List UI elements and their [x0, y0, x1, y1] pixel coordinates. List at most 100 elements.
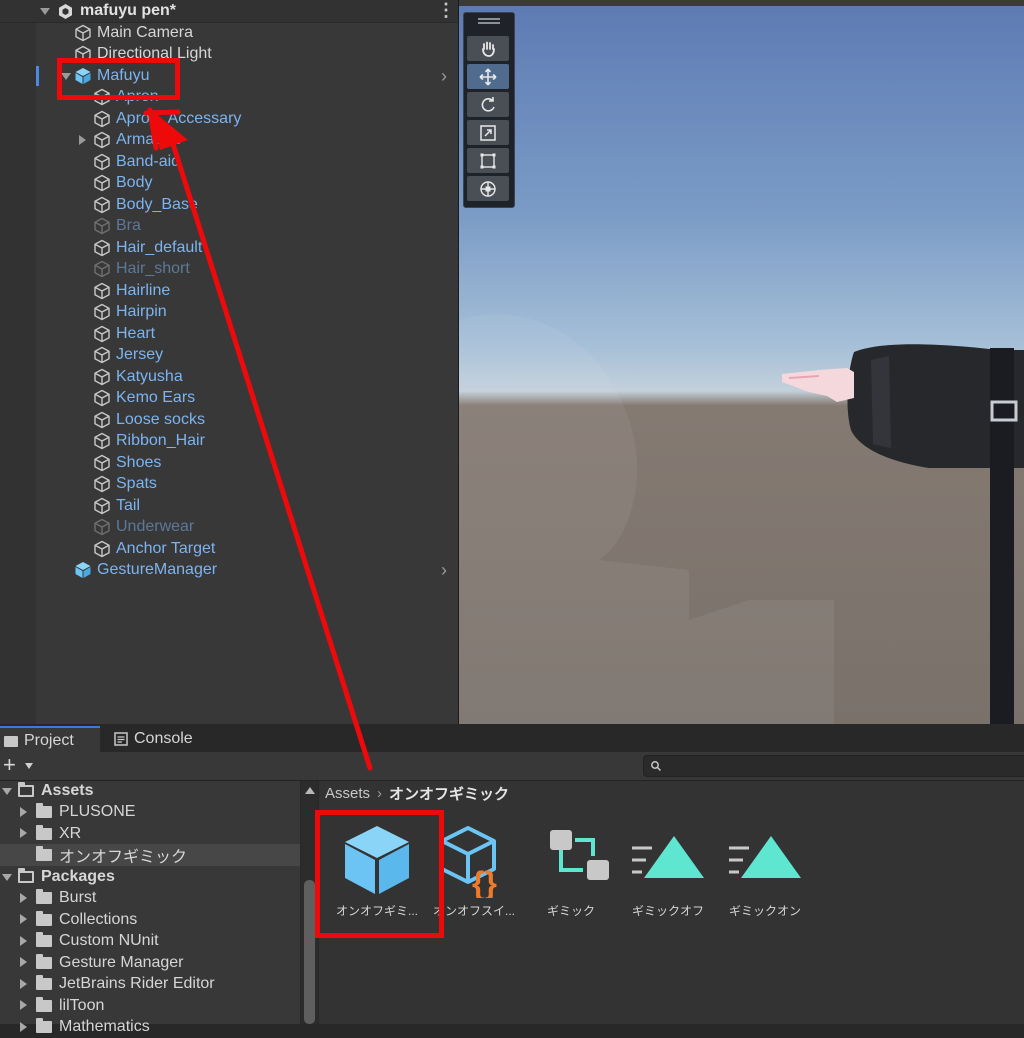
- tree-scrollbar-thumb[interactable]: [304, 880, 315, 1024]
- folder-item[interactable]: Mathematics: [36, 1017, 150, 1038]
- hierarchy-item-label: Jersey: [116, 346, 164, 363]
- project-search-input[interactable]: [643, 755, 1024, 777]
- hierarchy-item[interactable]: Heart: [93, 323, 155, 344]
- folder-item[interactable]: JetBrains Rider Editor: [36, 974, 215, 995]
- hierarchy-item-label: Hair_default: [116, 238, 203, 256]
- folder-item[interactable]: PLUSONE: [36, 802, 135, 823]
- move-tool-button[interactable]: [467, 64, 509, 89]
- gesturemanager-arrow-icon[interactable]: ›: [441, 560, 447, 581]
- gameobject-cube-icon: [94, 454, 110, 471]
- hierarchy-item[interactable]: Tail: [93, 495, 140, 516]
- hierarchy-item[interactable]: Shoes: [93, 452, 161, 473]
- folder-label: PLUSONE: [59, 803, 136, 820]
- hierarchy-item[interactable]: Armature: [93, 130, 182, 151]
- folder-label: lilToon: [59, 996, 105, 1014]
- hierarchy-item[interactable]: Main Camera: [74, 22, 193, 43]
- hierarchy-item[interactable]: Hairpin: [93, 302, 167, 323]
- collapse-arrow-icon[interactable]: [20, 957, 27, 967]
- add-dropdown-icon[interactable]: [25, 763, 33, 769]
- hierarchy-item[interactable]: Body_Base: [93, 194, 198, 215]
- hierarchy-item[interactable]: Katyusha: [93, 366, 183, 387]
- transform-tools-overlay: [463, 12, 515, 208]
- transform-tool-button[interactable]: [467, 176, 509, 201]
- folder-label: Collections: [59, 910, 138, 928]
- scene-name: mafuyu pen*: [80, 2, 177, 19]
- folder-item[interactable]: Burst: [36, 888, 96, 909]
- collapse-arrow-icon[interactable]: [20, 914, 27, 924]
- hierarchy-item[interactable]: Body: [93, 173, 152, 194]
- folder-item[interactable]: Gesture Manager: [36, 952, 184, 973]
- rect-tool-button[interactable]: [467, 148, 509, 173]
- animator-controller-icon: [533, 822, 609, 898]
- asset-item-clip-on[interactable]: ギミックオン: [720, 822, 810, 919]
- hierarchy-item[interactable]: Apron_Accessary: [93, 108, 241, 129]
- hierarchy-item-label: Bra: [116, 217, 141, 234]
- hierarchy-item-label: Hair_short: [116, 260, 190, 277]
- asset-label: ギミックオフ: [631, 904, 704, 918]
- hierarchy-item[interactable]: Underwear: [93, 517, 194, 538]
- hierarchy-item[interactable]: Band-aid: [93, 151, 180, 172]
- hierarchy-item[interactable]: Anchor Target: [93, 538, 215, 559]
- asset-item-animator[interactable]: ギミック: [526, 822, 616, 919]
- add-icon[interactable]: +: [3, 752, 16, 778]
- breadcrumb-current[interactable]: オンオフギミック: [389, 783, 509, 804]
- animation-clip-icon: [630, 822, 706, 898]
- tab-project[interactable]: Project: [0, 726, 100, 754]
- scene-expand-arrow-icon[interactable]: [40, 8, 50, 15]
- folder-root-item[interactable]: Assets: [18, 780, 93, 801]
- hierarchy-item[interactable]: Jersey: [93, 345, 163, 366]
- folder-label: XR: [59, 824, 82, 842]
- mafuyu-arrow-icon[interactable]: ›: [441, 66, 447, 87]
- folder-label: Gesture Manager: [59, 953, 184, 971]
- collapse-arrow-icon[interactable]: [20, 1021, 27, 1032]
- tab-console[interactable]: Console: [114, 726, 193, 752]
- collapse-arrow-icon[interactable]: [20, 1000, 27, 1010]
- script-cube-icon: {}: [436, 822, 512, 901]
- collapse-arrow-icon[interactable]: [20, 935, 27, 946]
- hierarchy-item[interactable]: Hair_short: [93, 259, 190, 280]
- overlay-handle-icon[interactable]: [478, 18, 500, 20]
- breadcrumb-root[interactable]: Assets: [325, 785, 370, 802]
- expand-arrow-icon[interactable]: [2, 874, 12, 881]
- hierarchy-item[interactable]: GestureManager: [74, 560, 217, 581]
- hierarchy-item[interactable]: Loose socks: [93, 409, 205, 430]
- folder-icon: [36, 953, 52, 969]
- folder-label: JetBrains Rider Editor: [59, 975, 215, 992]
- folder-item[interactable]: Collections: [36, 909, 137, 930]
- asset-item-clip-off[interactable]: ギミックオフ: [623, 822, 713, 919]
- hierarchy-item[interactable]: Bra: [93, 216, 141, 237]
- scene-header-row[interactable]: mafuyu pen* ⋮: [0, 0, 458, 23]
- prefab-cube-icon: [75, 562, 91, 578]
- folder-item[interactable]: lilToon: [36, 995, 104, 1016]
- collapse-arrow-icon[interactable]: [79, 134, 86, 145]
- rotate-icon: [481, 96, 495, 112]
- folder-item[interactable]: Custom NUnit: [36, 931, 159, 952]
- scene-view[interactable]: [459, 0, 1024, 724]
- hierarchy-item-label: Shoes: [116, 453, 162, 471]
- folder-icon: [36, 803, 52, 818]
- collapse-arrow-icon[interactable]: [20, 828, 27, 838]
- hierarchy-item[interactable]: Kemo Ears: [93, 388, 195, 409]
- project-folder-icon: [4, 735, 18, 747]
- collapse-arrow-icon[interactable]: [20, 806, 27, 817]
- gameobject-cube-icon: [94, 368, 110, 385]
- hierarchy-item[interactable]: Hairline: [93, 280, 170, 301]
- hierarchy-item[interactable]: Ribbon_Hair: [93, 431, 205, 452]
- folder-root-item[interactable]: Packages: [18, 866, 115, 887]
- folder-label: Mathematics: [59, 1018, 150, 1035]
- hierarchy-item[interactable]: Hair_default: [93, 237, 202, 258]
- collapse-arrow-icon[interactable]: [20, 978, 27, 989]
- folder-item[interactable]: XR: [36, 823, 81, 844]
- hierarchy-item[interactable]: Spats: [93, 474, 157, 495]
- folder-icon: [36, 824, 52, 840]
- gameobject-cube-icon: [94, 497, 110, 514]
- rotate-tool-button[interactable]: [467, 92, 509, 117]
- collapse-arrow-icon[interactable]: [20, 892, 27, 903]
- hierarchy-item-label: Hairpin: [116, 303, 167, 320]
- folder-item[interactable]: オンオフギミック: [36, 845, 187, 866]
- scene-menu-icon[interactable]: ⋮: [437, 0, 455, 21]
- expand-arrow-icon[interactable]: [2, 788, 12, 795]
- scroll-up-icon[interactable]: [305, 787, 315, 794]
- hand-tool-button[interactable]: [467, 36, 509, 61]
- scale-tool-button[interactable]: [467, 120, 509, 145]
